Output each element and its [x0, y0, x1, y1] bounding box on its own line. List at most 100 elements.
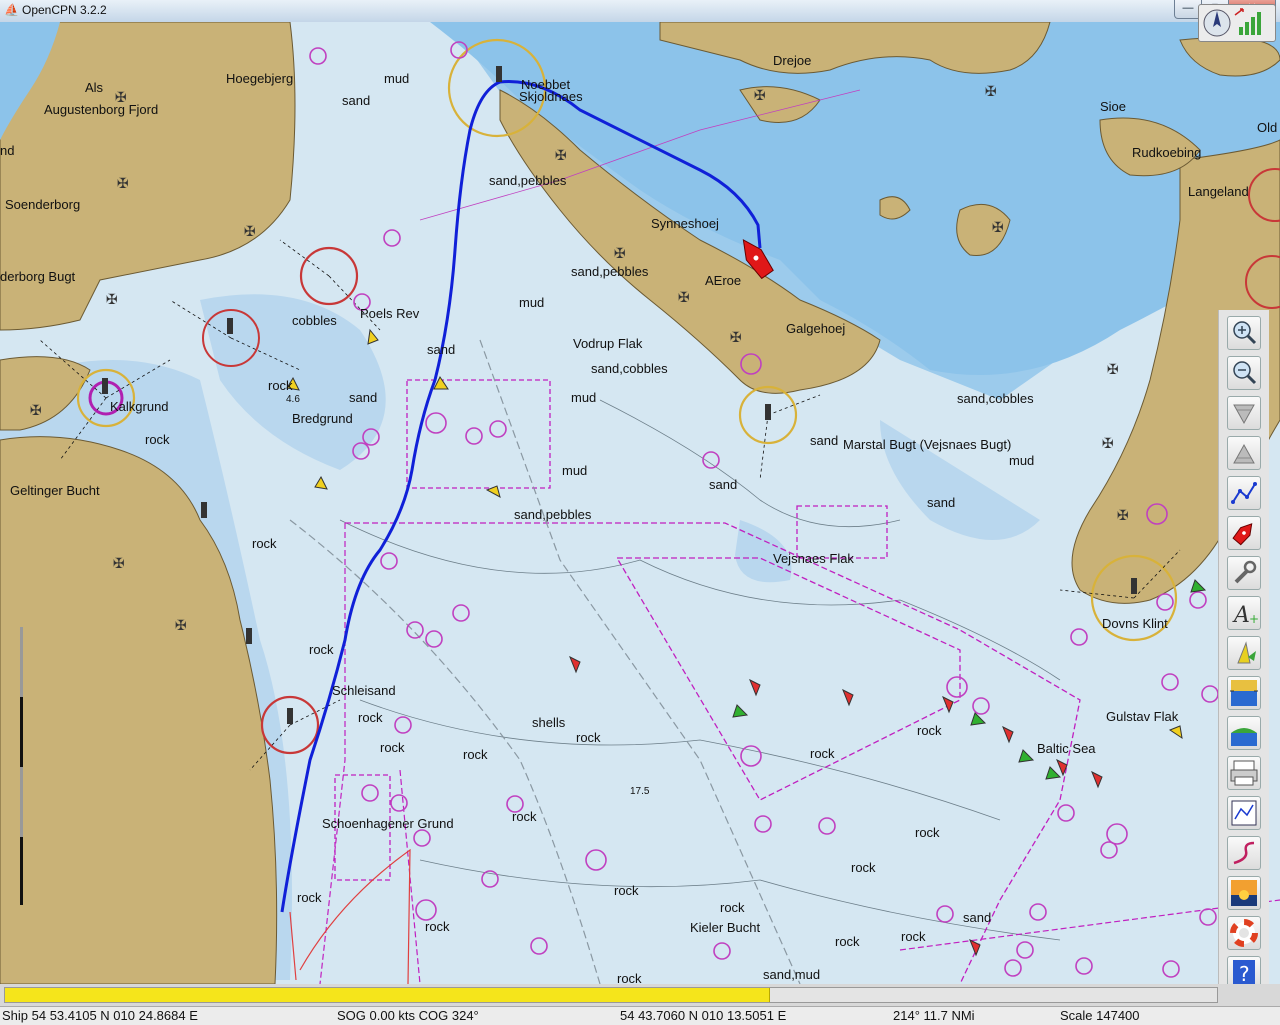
progress-fill [5, 988, 770, 1002]
label-rock: rock [425, 919, 450, 934]
chart-load-progress [0, 984, 1280, 1006]
status-ship-position: Ship 54 53.4105 N 010 24.8684 E [2, 1008, 198, 1023]
track-tool[interactable] [1227, 836, 1261, 870]
chart-toolbar: A + ? [1218, 310, 1269, 992]
color-scheme-tool[interactable] [1227, 876, 1261, 910]
label-poels-rev: Poels Rev [360, 306, 420, 321]
label-skjoldnaes: Skjoldnaes [519, 89, 583, 104]
label-sand-mud: sand,mud [763, 967, 821, 982]
label-mud: mud [384, 71, 410, 86]
zoom-out-icon [1233, 361, 1257, 385]
print-icon [1230, 760, 1258, 786]
ais-tool[interactable] [1227, 716, 1261, 750]
route-manager-icon [1231, 800, 1257, 826]
title-bar: ⛵ OpenCPN 3.2.2 — ▢ ✕ [0, 0, 1280, 23]
label-sand: sand [349, 390, 378, 405]
ais-icon [1231, 728, 1257, 746]
chart-canvas[interactable]: ✠ ✠ ✠ ✠ ✠ ✠ ✠ ✠ ✠ ✠ ✠ ✠ ✠ ✠ ✠ ✠ ✠ Als Augustenborg … [0, 22, 1280, 984]
scale-up-tool[interactable] [1227, 436, 1261, 470]
svg-text:✠: ✠ [614, 246, 626, 262]
label-rock: rock [252, 536, 277, 551]
label-augustenborg-fjord: Augustenborg Fjord [44, 102, 159, 117]
zoom-in-tool[interactable] [1227, 316, 1261, 350]
svg-text:✠: ✠ [992, 220, 1004, 236]
label-rock: rock [268, 378, 293, 393]
compass-icon [1203, 8, 1261, 37]
print-tool[interactable] [1227, 756, 1261, 790]
label-schleisand: Schleisand [332, 683, 396, 698]
svg-text:✠: ✠ [117, 176, 129, 192]
track-icon [1233, 841, 1255, 865]
label-sand: sand [810, 433, 839, 448]
label-rock: rock [901, 929, 926, 944]
scale-bar [20, 627, 23, 905]
status-sog-cog: SOG 0.00 kts COG 324° [337, 1008, 479, 1023]
svg-text:✠: ✠ [985, 84, 997, 100]
label-sioe: Sioe [1100, 99, 1127, 114]
label-rock: rock [463, 747, 488, 762]
label-old: Old [1257, 120, 1278, 135]
mob-tool[interactable] [1227, 916, 1261, 950]
svg-text:✠: ✠ [1102, 436, 1114, 452]
label-rock: rock [576, 730, 601, 745]
svg-text:?: ? [1239, 962, 1250, 986]
label-rock: rock [720, 900, 745, 915]
label-sand-pebbles: sand,pebbles [489, 173, 567, 188]
tide-icon [1230, 680, 1258, 706]
svg-text:✠: ✠ [678, 290, 690, 306]
text-icon: A + [1232, 603, 1259, 628]
svg-text:✠: ✠ [555, 148, 567, 164]
current-tool[interactable] [1227, 636, 1261, 670]
lifebuoy-icon [1230, 919, 1258, 947]
label-sand-cobbles: sand,cobbles [957, 391, 1034, 406]
status-scale: Scale 147400 [1060, 1008, 1140, 1023]
label-sand-pebbles: sand,pebbles [571, 264, 649, 279]
label-dovns-klint: Dovns Klint [1102, 616, 1168, 631]
svg-text:✠: ✠ [244, 224, 256, 240]
svg-text:✠: ✠ [1107, 362, 1119, 378]
progress-track [4, 987, 1218, 1003]
label-rock: rock [810, 746, 835, 761]
label-mud: mud [519, 295, 545, 310]
label-kieler-bucht: Kieler Bucht [690, 920, 761, 935]
app-icon: ⛵ [4, 3, 19, 17]
tides-tool[interactable] [1227, 676, 1261, 710]
scale-down-icon [1233, 404, 1255, 425]
text-tool[interactable]: A + [1227, 596, 1261, 630]
depth-label: 4.6 [286, 394, 300, 405]
route-manager-tool[interactable] [1227, 796, 1261, 830]
svg-text:✠: ✠ [754, 88, 766, 104]
label-hoegebjerg: Hoegebjerg [226, 71, 294, 86]
label-soenderborg: Soenderborg [5, 197, 81, 212]
label-aeroe: AEroe [705, 273, 742, 288]
label-mud: mud [571, 390, 597, 405]
settings-tool[interactable] [1227, 556, 1261, 590]
label-nd: nd [0, 143, 15, 158]
follow-ship-tool[interactable] [1227, 516, 1261, 550]
route-tool[interactable] [1227, 476, 1261, 510]
label-sand: sand [709, 477, 738, 492]
svg-text:✠: ✠ [106, 292, 118, 308]
scale-down-tool[interactable] [1227, 396, 1261, 430]
label-sand: sand [963, 910, 992, 925]
label-drejoe: Drejoe [773, 53, 812, 68]
label-baltic-sea: Baltic Sea [1037, 741, 1096, 756]
svg-text:✠: ✠ [730, 330, 742, 346]
label-rock: rock [512, 809, 537, 824]
svg-text:✠: ✠ [175, 618, 187, 634]
label-rudkoebing: Rudkoebing [1132, 145, 1202, 160]
current-icon [1237, 641, 1256, 664]
label-rock: rock [915, 825, 940, 840]
label-vodrup-flak: Vodrup Flak [573, 336, 643, 351]
sunset-icon [1231, 880, 1257, 906]
gps-status-widget[interactable] [1198, 4, 1276, 42]
label-marstal-bugt: Marstal Bugt (Vejsnaes Bugt) [843, 437, 1012, 452]
label-rock: rock [851, 860, 876, 875]
label-kalkgrund: Kalkgrund [110, 399, 169, 414]
zoom-out-tool[interactable] [1227, 356, 1261, 390]
label-shells: shells [532, 715, 566, 730]
label-rock: rock [358, 710, 383, 725]
status-bar: Ship 54 53.4105 N 010 24.8684 E SOG 0.00… [0, 1006, 1280, 1025]
label-cobbles: cobbles [292, 313, 337, 328]
label-sand-cobbles: sand,cobbles [591, 361, 668, 376]
